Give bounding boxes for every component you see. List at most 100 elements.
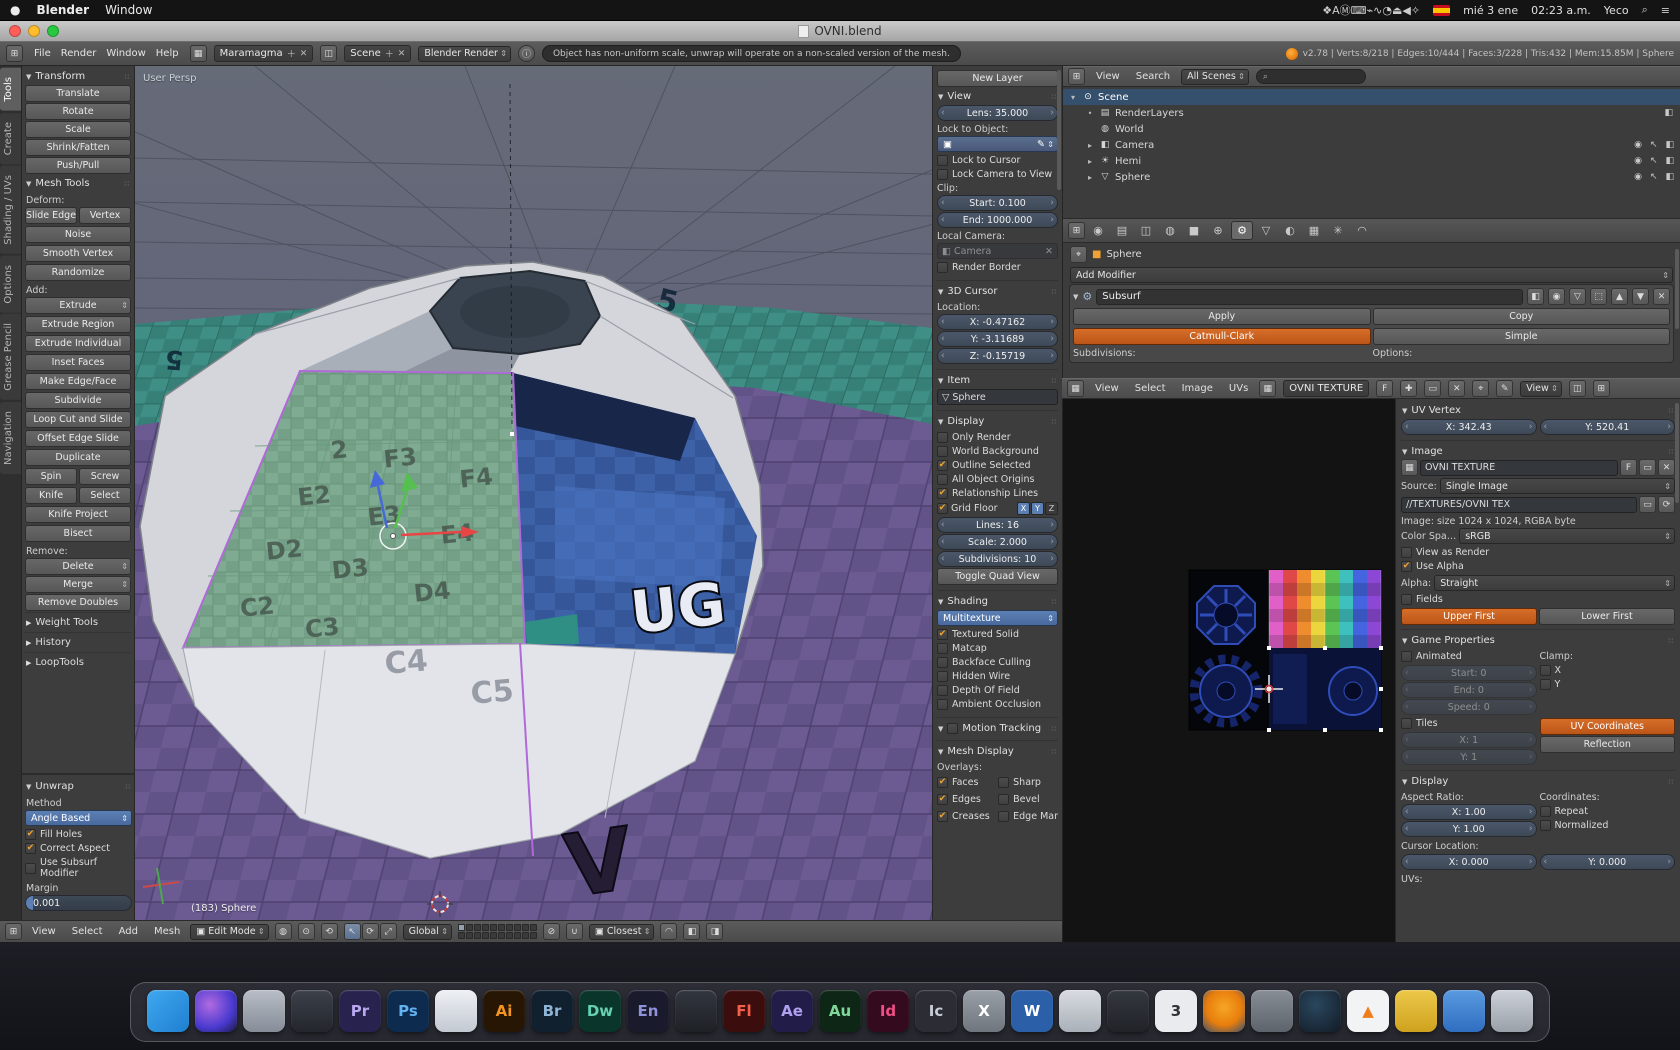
pivot-align-icon[interactable]: ⟲ bbox=[320, 923, 338, 940]
object-data-tab[interactable]: ▽ bbox=[1255, 221, 1277, 240]
layer-toggle[interactable] bbox=[481, 924, 489, 931]
time-machine-icon[interactable]: ◔ bbox=[1382, 4, 1392, 17]
apple-menu-icon[interactable]: ● bbox=[10, 3, 20, 17]
normalized-option[interactable]: Normalized bbox=[1539, 820, 1676, 831]
layer-toggle[interactable] bbox=[457, 924, 465, 931]
copy-button[interactable]: Copy bbox=[1372, 308, 1670, 325]
checkbox[interactable] bbox=[937, 629, 948, 640]
tool-button[interactable]: Noise bbox=[25, 226, 131, 243]
visibility-eye-icon[interactable]: ◉ bbox=[1634, 172, 1642, 182]
selectable-icon[interactable]: ↖ bbox=[1650, 156, 1658, 166]
tool-button[interactable]: Slide Edge bbox=[25, 207, 77, 224]
modifier-view-toggle-icon[interactable]: ◉ bbox=[1548, 288, 1565, 305]
lens-field[interactable]: Lens: 35.000 bbox=[937, 105, 1058, 121]
grid-floor-checkbox[interactable] bbox=[937, 503, 948, 514]
encore-icon[interactable]: En bbox=[627, 990, 669, 1032]
view-as-render-option[interactable]: View as Render bbox=[1401, 547, 1675, 558]
tool-button[interactable]: Subdivide bbox=[25, 392, 131, 409]
modifier-render-toggle-icon[interactable]: ◧ bbox=[1527, 288, 1544, 305]
eject-icon[interactable]: ⏏ bbox=[1392, 4, 1402, 17]
viewport-3d[interactable]: C5 5 5 V UG bbox=[135, 66, 932, 920]
selected-vertex[interactable] bbox=[510, 432, 514, 436]
checkbox-option[interactable]: All Object Origins bbox=[937, 474, 1058, 485]
item-name-field[interactable]: ▽ Sphere bbox=[937, 389, 1058, 405]
vlc-icon[interactable]: ▲ bbox=[1347, 990, 1389, 1032]
aspect-y-field[interactable]: Y: 1.00 bbox=[1401, 821, 1537, 837]
grey-app-2-icon[interactable] bbox=[1251, 990, 1293, 1032]
dark-app-icon[interactable] bbox=[291, 990, 333, 1032]
tool-button[interactable]: Extrude bbox=[25, 297, 131, 314]
photoshop-icon[interactable]: Ps bbox=[387, 990, 429, 1032]
checkbox[interactable] bbox=[1539, 679, 1551, 690]
dark-app-2-icon[interactable] bbox=[675, 990, 717, 1032]
clip-end-field[interactable]: End: 1000.000 bbox=[937, 212, 1058, 228]
lower-first-button[interactable]: Lower First bbox=[1539, 608, 1675, 625]
mode-dropdown[interactable]: ▣ Edit Mode bbox=[190, 923, 269, 940]
menubar-user[interactable]: Yeco bbox=[1604, 4, 1629, 17]
animated-option[interactable]: Animated bbox=[1401, 651, 1537, 662]
axis-toggle[interactable]: X bbox=[1017, 502, 1030, 515]
checkbox[interactable] bbox=[937, 671, 948, 682]
visibility-eye-icon[interactable]: ◉ bbox=[1634, 140, 1642, 150]
expand-icon[interactable]: ▸ bbox=[1085, 173, 1095, 182]
spotlight-search-icon[interactable]: ⌕ bbox=[1642, 3, 1648, 17]
grey-app-icon[interactable]: X bbox=[963, 990, 1005, 1032]
render-engine-selector[interactable]: Blender Render bbox=[418, 45, 511, 62]
tool-button[interactable]: Knife Project bbox=[25, 506, 131, 523]
transform-panel-header[interactable]: ▼ Transform ∷ bbox=[25, 68, 131, 84]
scene-add-icon[interactable]: ＋ bbox=[385, 47, 394, 60]
checkbox-option[interactable]: Backface Culling bbox=[937, 657, 1058, 668]
cursor-x-field[interactable]: X: -0.47162 bbox=[937, 314, 1058, 330]
tiles-y-field[interactable]: Y: 1 bbox=[1401, 749, 1537, 765]
cursor-panel-header[interactable]: ▼ 3D Cursor ∷ bbox=[937, 283, 1058, 299]
menu-item[interactable]: UVs bbox=[1225, 383, 1252, 394]
tool-button[interactable]: Extrude Region bbox=[25, 316, 131, 333]
checkbox[interactable] bbox=[937, 811, 948, 822]
toggle-quad-view-button[interactable]: Toggle Quad View bbox=[937, 568, 1058, 585]
particles-tab[interactable]: ✳ bbox=[1327, 221, 1349, 240]
tool-button[interactable]: Smooth Vertex bbox=[25, 245, 131, 262]
volume-icon[interactable]: ◀ bbox=[1402, 4, 1410, 17]
tool-shelf-tab[interactable]: Create bbox=[0, 112, 21, 164]
tool-button[interactable]: Knife bbox=[25, 487, 77, 504]
close-window-button[interactable] bbox=[9, 25, 21, 37]
layer-toggle[interactable] bbox=[513, 924, 521, 931]
menu-item[interactable]: Add bbox=[115, 926, 142, 937]
layer-toggle[interactable] bbox=[497, 924, 505, 931]
uv-display-header[interactable]: ▼ Display ∷ bbox=[1401, 773, 1675, 789]
checkbox-option[interactable]: Use Subsurf Modifier bbox=[25, 857, 132, 879]
modifier-expand-icon[interactable]: ▼ bbox=[1073, 293, 1078, 301]
menu-item[interactable]: Search bbox=[1132, 71, 1174, 82]
lock-camera-option[interactable]: Lock Camera to View bbox=[937, 169, 1058, 180]
checkbox-option[interactable]: Edge Mar bbox=[998, 811, 1058, 822]
layer-toggle[interactable] bbox=[473, 924, 481, 931]
outliner-scope-dropdown[interactable]: All Scenes bbox=[1181, 68, 1249, 85]
expand-icon[interactable]: ▸ bbox=[1085, 141, 1095, 150]
audition-icon[interactable]: Au bbox=[819, 990, 861, 1032]
manipulator-rotate-icon[interactable]: ⟳ bbox=[361, 923, 379, 940]
expand-icon[interactable]: • bbox=[1085, 109, 1095, 118]
channels-icon[interactable]: ◫ bbox=[1568, 380, 1586, 397]
local-camera-field[interactable]: ◧ Camera ✕ bbox=[937, 243, 1058, 259]
menubar-time[interactable]: 02:23 a.m. bbox=[1531, 4, 1591, 17]
uv-y-field[interactable]: Y: 520.41 bbox=[1539, 419, 1675, 435]
layer-toggle[interactable] bbox=[457, 932, 465, 939]
checkbox[interactable] bbox=[1401, 651, 1412, 662]
checkbox[interactable] bbox=[937, 446, 948, 457]
tool-button[interactable]: Make Edge/Face bbox=[25, 373, 131, 390]
tool-button[interactable]: Extrude Individual bbox=[25, 335, 131, 352]
checkbox[interactable] bbox=[1539, 806, 1551, 817]
dreamweaver-icon[interactable]: Dw bbox=[579, 990, 621, 1032]
editor-type-icon[interactable]: ⊞ bbox=[5, 923, 22, 940]
clamp-y-option[interactable]: Y bbox=[1539, 679, 1676, 690]
modifier-move-up-icon[interactable]: ▲ bbox=[1611, 288, 1628, 305]
unwrap-panel-header[interactable]: ▼ Unwrap ∷ bbox=[25, 778, 132, 794]
outliner-row[interactable]: ◍ World ◧ ◉ ↖ ◧ bbox=[1063, 121, 1680, 137]
checkbox[interactable] bbox=[998, 811, 1010, 822]
axis-toggle[interactable]: Z bbox=[1045, 502, 1058, 515]
tool-button[interactable]: Inset Faces bbox=[25, 354, 131, 371]
checkbox-option[interactable]: Faces bbox=[937, 777, 995, 788]
render-tab[interactable]: ◉ bbox=[1087, 221, 1109, 240]
image-browse-icon[interactable]: ▦ bbox=[1259, 380, 1277, 397]
checkbox-option[interactable]: Textured Solid bbox=[937, 629, 1058, 640]
